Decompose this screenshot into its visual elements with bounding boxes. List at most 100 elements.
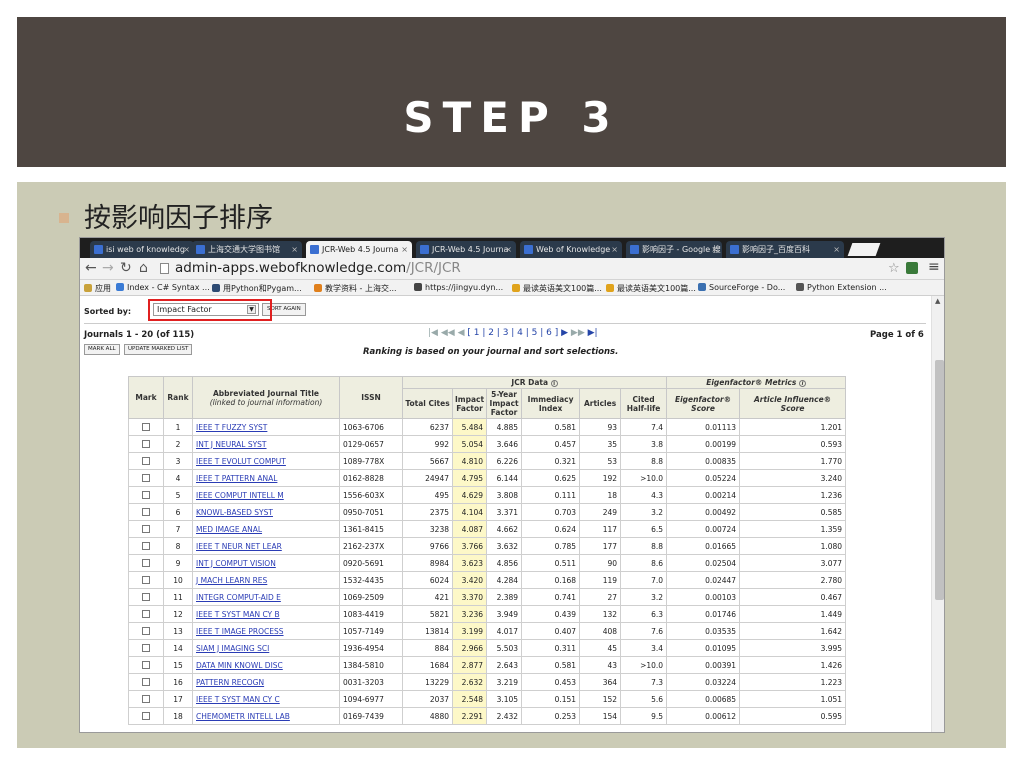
eigenfactor-cell: 0.00724	[666, 520, 741, 538]
bookmark-item[interactable]: 最读英语美文100篇...	[512, 283, 602, 294]
eigenfactor-cell: 0.02504	[666, 554, 741, 572]
scroll-up-icon[interactable]: ▲	[935, 297, 940, 305]
browser-tab[interactable]: 上海交通大学图书馆 ×	[192, 241, 302, 258]
mark-checkbox[interactable]	[142, 524, 150, 533]
bookmark-star-icon[interactable]: ☆	[888, 261, 900, 276]
journal-title-link[interactable]: DATA MIN KNOWL DISC	[192, 656, 340, 674]
close-icon[interactable]: ×	[711, 241, 718, 258]
journal-title-link[interactable]: KNOWL-BASED SYST	[192, 503, 340, 521]
mark-checkbox[interactable]	[142, 694, 150, 703]
mark-checkbox[interactable]	[142, 558, 150, 567]
close-icon[interactable]: ×	[611, 241, 618, 258]
immediacy-cell: 0.511	[521, 554, 581, 572]
article-influence-cell: 1.449	[739, 605, 847, 623]
browser-tab[interactable]: 影响因子 - Google 搜 ×	[626, 241, 722, 258]
browser-tab[interactable]: JCR-Web 4.5 Journa ×	[306, 241, 412, 258]
browser-tab[interactable]: JCR-Web 4.5 Journa ×	[416, 241, 516, 258]
journal-title-link[interactable]: IEEE T NEUR NET LEAR	[192, 537, 340, 555]
mark-checkbox[interactable]	[142, 507, 150, 516]
scroll-thumb[interactable]	[935, 360, 944, 600]
mark-all-button[interactable]: MARK ALL	[84, 344, 120, 355]
journal-title-link[interactable]: PATTERN RECOGN	[192, 673, 340, 691]
page-links[interactable]: [ 1 | 2 | 3 | 4 | 5 | 6 ]	[467, 328, 558, 338]
close-icon[interactable]: ×	[833, 241, 840, 258]
total-cites-cell: 1684	[402, 656, 453, 674]
journal-title-link[interactable]: CHEMOMETR INTELL LAB	[192, 707, 340, 725]
browser-tab[interactable]: isi web of knowledg ×	[90, 241, 194, 258]
mark-checkbox[interactable]	[142, 592, 150, 601]
col-title[interactable]: Abbreviated Journal Title (linked to jou…	[192, 376, 340, 419]
mark-checkbox[interactable]	[142, 422, 150, 431]
last-page-icon[interactable]: ▶|	[588, 328, 598, 338]
mark-checkbox[interactable]	[142, 490, 150, 499]
bookmark-item[interactable]: Python Extension ...	[796, 283, 887, 292]
next-ten-icon[interactable]: ▶▶	[571, 328, 585, 338]
bookmark-item[interactable]: 用Python和Pygam...	[212, 283, 302, 294]
url-field[interactable]: admin-apps.webofknowledge.com/JCR/JCR	[175, 260, 461, 276]
article-influence-cell: 0.593	[739, 435, 847, 453]
journal-title-link[interactable]: MED IMAGE ANAL	[192, 520, 340, 538]
forward-arrow-icon[interactable]: →	[102, 260, 114, 276]
prev-page-icon[interactable]: ◀	[458, 328, 465, 338]
new-tab-button[interactable]	[847, 243, 881, 256]
close-icon[interactable]: ×	[401, 241, 408, 258]
back-arrow-icon[interactable]: ←	[85, 260, 97, 276]
mark-checkbox[interactable]	[142, 609, 150, 618]
close-icon[interactable]: ×	[505, 241, 512, 258]
col-impact-factor: Impact Factor	[451, 388, 488, 419]
journal-title-link[interactable]: IEEE T SYST MAN CY B	[192, 605, 340, 623]
mark-checkbox[interactable]	[142, 439, 150, 448]
close-icon[interactable]: ×	[291, 241, 298, 258]
journal-title-link[interactable]: IEEE COMPUT INTELL M	[192, 486, 340, 504]
scrollbar[interactable]: ▲	[931, 296, 944, 732]
info-icon[interactable]: i	[550, 380, 558, 387]
mark-checkbox[interactable]	[142, 626, 150, 635]
mark-cell	[128, 418, 164, 436]
next-page-icon[interactable]: ▶	[561, 328, 568, 338]
mark-checkbox[interactable]	[142, 456, 150, 465]
reload-icon[interactable]: ↻	[120, 260, 132, 276]
journal-title-link[interactable]: IEEE T FUZZY SYST	[192, 418, 340, 436]
mark-checkbox[interactable]	[142, 711, 150, 720]
issn-cell: 0920-5691	[339, 554, 403, 572]
bookmark-item[interactable]: 教学资料 - 上海交...	[314, 283, 397, 294]
divider	[84, 323, 926, 324]
journal-title-link[interactable]: J MACH LEARN RES	[192, 571, 340, 589]
mark-checkbox[interactable]	[142, 677, 150, 686]
prev-ten-icon[interactable]: ◀◀	[441, 328, 455, 338]
five-year-cell: 3.646	[486, 435, 523, 453]
journal-title-link[interactable]: INTEGR COMPUT-AID E	[192, 588, 340, 606]
first-page-icon[interactable]: |◀	[428, 328, 438, 338]
journal-title-link[interactable]: IEEE T SYST MAN CY C	[192, 690, 340, 708]
mark-checkbox[interactable]	[142, 575, 150, 584]
impact-factor-cell: 3.420	[451, 571, 488, 589]
home-icon[interactable]: ⌂	[139, 260, 148, 276]
journal-title-link[interactable]: INT J COMPUT VISION	[192, 554, 340, 572]
browser-tab[interactable]: 影响因子_百度百科 ×	[726, 241, 844, 258]
extension-icon[interactable]	[906, 262, 918, 274]
journal-title-link[interactable]: INT J NEURAL SYST	[192, 435, 340, 453]
journal-title-link[interactable]: IEEE T PATTERN ANAL	[192, 469, 340, 487]
menu-icon[interactable]: ≡	[928, 259, 940, 275]
update-marked-list-button[interactable]: UPDATE MARKED LIST	[124, 344, 193, 355]
mark-checkbox[interactable]	[142, 643, 150, 652]
browser-tab[interactable]: Web of Knowledge ×	[520, 241, 622, 258]
half-life-cell: 7.3	[620, 673, 668, 691]
bookmark-item[interactable]: 最读英语美文100篇...	[606, 283, 696, 294]
mark-checkbox[interactable]	[142, 660, 150, 669]
journal-title-link[interactable]: IEEE T EVOLUT COMPUT	[192, 452, 340, 470]
journal-title-link[interactable]: IEEE T IMAGE PROCESS	[192, 622, 340, 640]
total-cites-cell: 495	[402, 486, 453, 504]
bookmark-item[interactable]: 应用	[84, 283, 111, 294]
mark-checkbox[interactable]	[142, 473, 150, 482]
close-icon[interactable]: ×	[183, 241, 190, 258]
mark-checkbox[interactable]	[142, 541, 150, 550]
issn-cell: 1057-7149	[339, 622, 403, 640]
issn-cell: 1063-6706	[339, 418, 403, 436]
info-icon[interactable]: i	[798, 380, 806, 387]
bookmark-item[interactable]: Index - C# Syntax ...	[116, 283, 210, 292]
bookmark-item[interactable]: https://jingyu.dyn...	[414, 283, 503, 292]
bookmark-item[interactable]: SourceForge - Do...	[698, 283, 785, 292]
impact-factor-cell: 5.054	[451, 435, 488, 453]
journal-title-link[interactable]: SIAM J IMAGING SCI	[192, 639, 340, 657]
